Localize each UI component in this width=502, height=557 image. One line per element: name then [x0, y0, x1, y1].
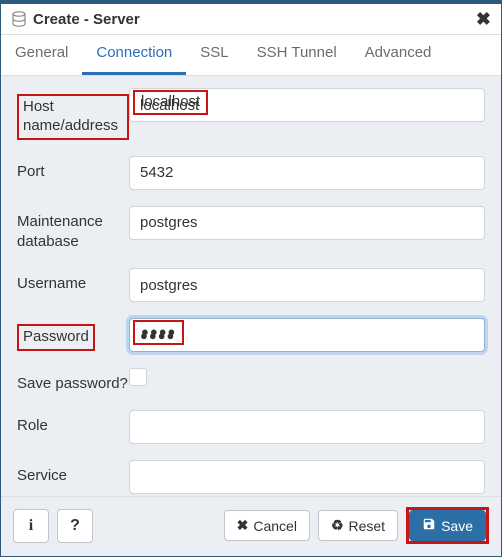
username-input[interactable] — [129, 268, 485, 302]
save-button[interactable]: Save — [409, 510, 486, 541]
cancel-button[interactable]: ✖ Cancel — [224, 510, 310, 541]
form-body: Host name/address localhost Port Mainten… — [1, 76, 501, 496]
tab-bar: General Connection SSL SSH Tunnel Advanc… — [1, 35, 501, 76]
row-username: Username — [17, 268, 485, 302]
question-icon: ? — [70, 517, 80, 535]
footer: i ? ✖ Cancel ♻ Reset Save — [1, 496, 501, 556]
row-host: Host name/address localhost — [17, 88, 485, 140]
save-password-label: Save password? — [17, 368, 129, 394]
window-title: Create - Server — [33, 11, 476, 28]
row-service: Service — [17, 460, 485, 494]
titlebar: Create - Server ✖ — [1, 4, 501, 35]
port-input[interactable] — [129, 156, 485, 190]
maintenance-db-input[interactable] — [129, 206, 485, 240]
tab-ssl[interactable]: SSL — [186, 35, 242, 75]
close-icon[interactable]: ✖ — [476, 10, 491, 28]
row-port: Port — [17, 156, 485, 190]
row-password: Password ●●●● ●●●● — [17, 318, 485, 352]
reset-label: Reset — [349, 518, 386, 534]
database-icon — [11, 11, 27, 27]
save-label: Save — [441, 518, 473, 534]
row-maintenance-db: Maintenance database — [17, 206, 485, 253]
cancel-label: Cancel — [253, 518, 297, 534]
maintenance-db-label: Maintenance database — [17, 206, 129, 253]
save-highlight: Save — [406, 507, 489, 544]
create-server-dialog: Create - Server ✖ General Connection SSL… — [0, 0, 502, 557]
username-label: Username — [17, 268, 129, 294]
host-input[interactable] — [129, 88, 485, 122]
tab-ssh-tunnel[interactable]: SSH Tunnel — [243, 35, 351, 75]
password-input[interactable]: ●●●● — [129, 318, 485, 352]
tab-general[interactable]: General — [1, 35, 82, 75]
info-icon: i — [29, 517, 33, 535]
tab-advanced[interactable]: Advanced — [351, 35, 446, 75]
role-label: Role — [17, 410, 129, 436]
reset-button[interactable]: ♻ Reset — [318, 510, 398, 541]
save-password-checkbox[interactable] — [129, 368, 147, 386]
service-label: Service — [17, 460, 129, 486]
recycle-icon: ♻ — [331, 517, 344, 534]
close-icon: ✖ — [237, 517, 249, 534]
row-save-password: Save password? — [17, 368, 485, 394]
info-button[interactable]: i — [13, 509, 49, 543]
role-input[interactable] — [129, 410, 485, 444]
port-label: Port — [17, 156, 129, 182]
host-label: Host name/address — [17, 88, 129, 140]
password-label: Password — [17, 318, 129, 351]
help-button[interactable]: ? — [57, 509, 93, 543]
row-role: Role — [17, 410, 485, 444]
service-input[interactable] — [129, 460, 485, 494]
tab-connection[interactable]: Connection — [82, 35, 186, 75]
save-icon — [422, 517, 436, 534]
